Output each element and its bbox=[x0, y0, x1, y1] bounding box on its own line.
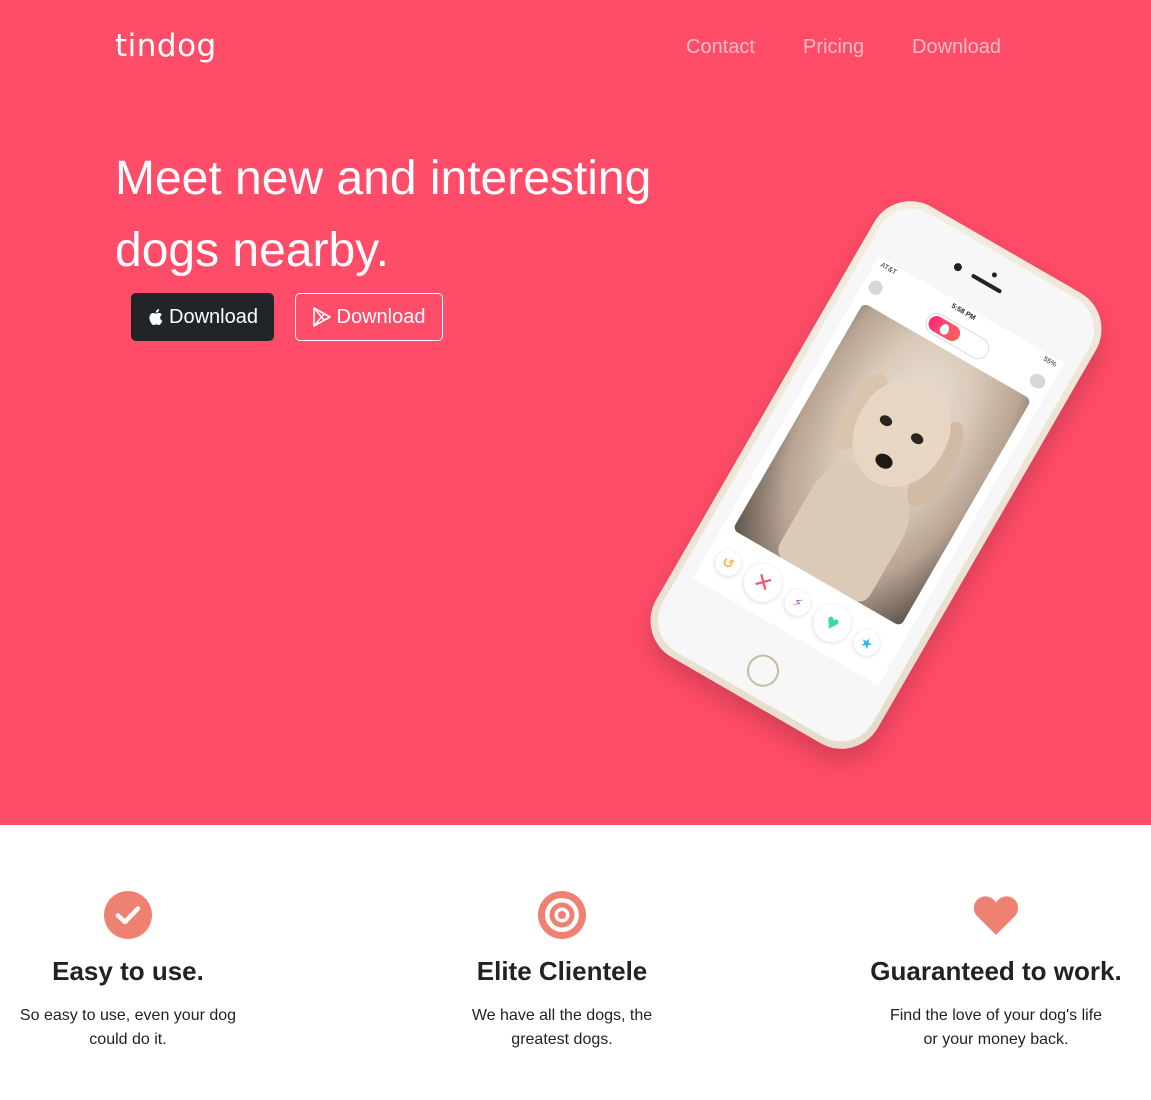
status-battery: 55% bbox=[1041, 355, 1058, 369]
bullseye-icon bbox=[538, 891, 586, 939]
google-play-download-label: Download bbox=[336, 305, 426, 328]
phone-home-button bbox=[741, 648, 785, 693]
rewind-icon: ↺ bbox=[710, 545, 747, 581]
feature-description: So easy to use, even your dog could do i… bbox=[19, 1007, 237, 1048]
profile-icon bbox=[866, 278, 886, 298]
app-screen: AT&T 5:58 PM 55% ↺ ✕ ⚡ ♥ ★ bbox=[692, 256, 1065, 686]
hero-headline: Meet new and interesting dogs nearby. bbox=[115, 152, 652, 277]
phone-face: AT&T 5:58 PM 55% ↺ ✕ ⚡ ♥ ★ bbox=[644, 195, 1108, 755]
phone-camera bbox=[952, 261, 964, 273]
feature-title: Elite Clientele bbox=[476, 956, 648, 986]
phone-sensor bbox=[991, 271, 998, 279]
google-play-download-button[interactable]: Download bbox=[295, 293, 443, 341]
nope-icon: ✕ bbox=[736, 556, 789, 609]
nav-link-contact[interactable]: Contact bbox=[686, 36, 755, 59]
like-heart-icon: ♥ bbox=[806, 596, 859, 649]
hero-section: tindog Contact Pricing Download Meet new… bbox=[0, 0, 1151, 825]
feature-description: We have all the dogs, the greatest dogs. bbox=[471, 1007, 653, 1048]
boost-icon: ⚡ bbox=[779, 585, 816, 621]
feature-description: Find the love of your dog's life or your… bbox=[889, 1007, 1103, 1048]
feature-title: Guaranteed to work. bbox=[870, 956, 1122, 986]
heart-icon bbox=[972, 891, 1020, 939]
chat-icon bbox=[1027, 371, 1048, 392]
app-store-download-button[interactable]: Download bbox=[131, 293, 274, 341]
status-carrier: AT&T bbox=[879, 261, 898, 277]
feature-title: Easy to use. bbox=[52, 956, 204, 986]
iphone-image: AT&T 5:58 PM 55% ↺ ✕ ⚡ ♥ ★ bbox=[635, 185, 1117, 765]
features-section: Easy to use. So easy to use, even your d… bbox=[0, 825, 1151, 1100]
app-store-download-label: Download bbox=[169, 305, 258, 328]
top-nav: Contact Pricing Download bbox=[0, 36, 1151, 66]
nav-link-download[interactable]: Download bbox=[912, 36, 1001, 59]
apple-icon bbox=[147, 308, 163, 326]
super-like-star-icon: ★ bbox=[849, 625, 885, 661]
phone-mockup: AT&T 5:58 PM 55% ↺ ✕ ⚡ ♥ ★ bbox=[635, 160, 1117, 770]
google-play-icon bbox=[312, 307, 331, 327]
phone-speaker bbox=[970, 273, 1003, 294]
flame-icon bbox=[937, 322, 952, 337]
check-circle-icon bbox=[104, 891, 152, 939]
nav-link-pricing[interactable]: Pricing bbox=[803, 36, 864, 59]
